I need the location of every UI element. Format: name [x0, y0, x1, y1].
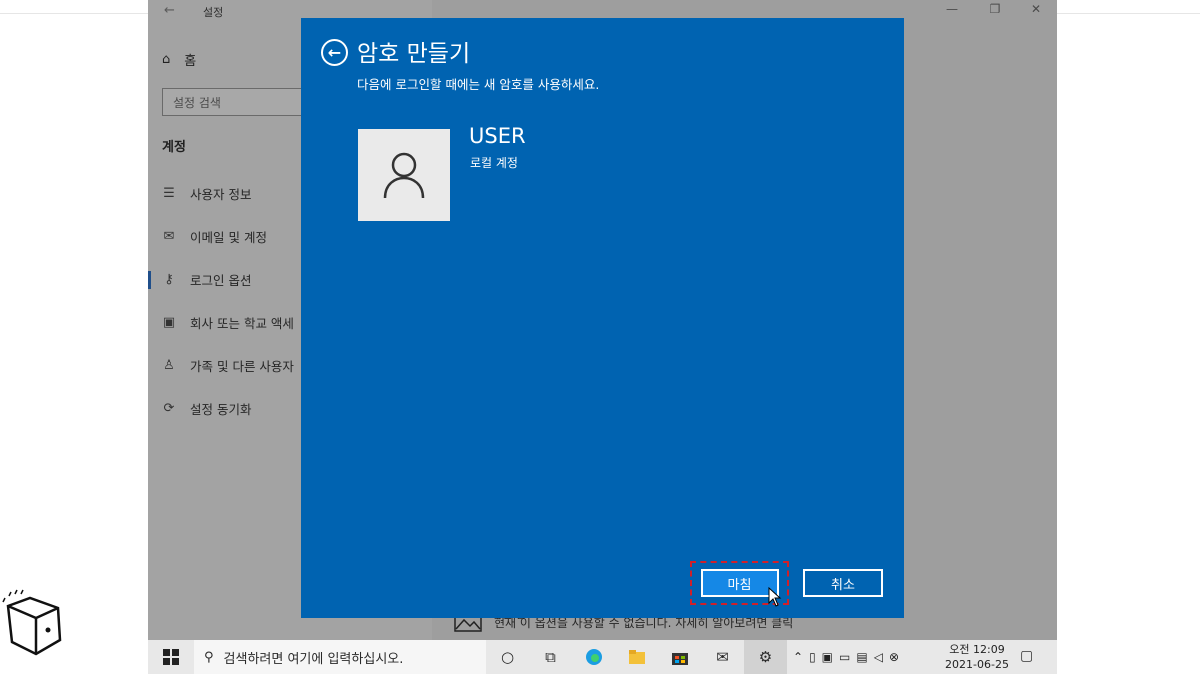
battery-icon[interactable]: ▭: [839, 650, 850, 664]
user-name: USER: [469, 124, 526, 148]
settings-search-placeholder: 설정 검색: [173, 96, 221, 110]
error-icon[interactable]: ⊗: [889, 650, 899, 664]
chevron-up-icon[interactable]: ⌃: [793, 650, 803, 664]
sidebar-item-label: 사용자 정보: [190, 187, 252, 202]
minimize-button[interactable]: —: [938, 2, 966, 16]
store-icon[interactable]: [658, 640, 701, 674]
person-add-icon: ♙: [163, 358, 175, 373]
user-info-icon: ☰: [163, 186, 175, 201]
sidebar-item-label: 회사 또는 학교 액세: [190, 316, 294, 331]
nav-section-title: 계정: [162, 140, 186, 155]
taskbar-apps: ○ ⧉ ✉ ⚙: [486, 640, 787, 674]
close-button[interactable]: ✕: [1022, 2, 1050, 16]
mail-app-icon[interactable]: ✉: [701, 640, 744, 674]
mouse-cursor-icon: [768, 587, 782, 607]
dialog-title: 암호 만들기: [357, 41, 471, 67]
edge-icon[interactable]: [572, 640, 615, 674]
home-icon: ⌂: [162, 52, 171, 67]
windows-logo-icon: [163, 649, 179, 665]
file-explorer-icon[interactable]: [615, 640, 658, 674]
settings-app-title: 설정: [203, 6, 224, 19]
sync-icon: ⟳: [163, 401, 175, 416]
edge-logo: [585, 649, 602, 665]
clock-time: 오전 12:09: [949, 643, 1005, 656]
outer-margin-left: [0, 0, 148, 674]
notification-icon[interactable]: ▢: [1020, 648, 1033, 664]
tray-app-icon[interactable]: ▣: [822, 650, 833, 664]
cube-logo-icon: [2, 589, 62, 656]
avatar: [358, 129, 450, 221]
sidebar-item-label: 가족 및 다른 사용자: [190, 359, 294, 374]
search-icon: ⚲: [204, 649, 214, 665]
user-icon: [383, 152, 425, 199]
sidebar-item-label: 로그인 옵션: [190, 273, 252, 288]
store-bag-icon: [671, 653, 688, 665]
arrow-left-icon[interactable]: ←: [164, 3, 175, 18]
folder-icon: [628, 650, 645, 664]
cancel-button[interactable]: 취소: [803, 569, 883, 597]
start-button[interactable]: [148, 640, 194, 674]
tray-app-icon[interactable]: ▯: [809, 650, 816, 664]
nav-home[interactable]: ⌂ 홈: [162, 50, 196, 69]
task-view-icon[interactable]: ⧉: [529, 640, 572, 674]
sidebar-item-label: 설정 동기화: [190, 402, 252, 417]
system-tray: ⌃ ▯ ▣ ▭ ▤ ◁ ⊗: [793, 640, 899, 674]
mail-icon: ✉: [163, 229, 175, 244]
restore-button[interactable]: ❐: [981, 2, 1009, 16]
account-type: 로컬 계정: [470, 156, 518, 170]
clock-date: 2021-06-25: [945, 658, 1009, 671]
taskbar: ⚲ 검색하려면 여기에 입력하십시오. ○ ⧉ ✉ ⚙ ⌃ ▯ ▣ ▭ ▤ ◁ …: [148, 640, 1057, 674]
settings-app-icon[interactable]: ⚙: [744, 640, 787, 674]
nav-home-label: 홈: [184, 54, 197, 69]
sidebar-item-label: 이메일 및 계정: [190, 230, 267, 245]
create-password-dialog: ← 암호 만들기 다음에 로그인할 때에는 새 암호를 사용하세요. USER …: [301, 18, 904, 618]
key-icon: ⚷: [164, 272, 174, 287]
volume-muted-icon[interactable]: ◁: [874, 650, 883, 664]
taskbar-search-input[interactable]: ⚲ 검색하려면 여기에 입력하십시오.: [194, 640, 486, 674]
network-icon[interactable]: ▤: [856, 650, 867, 664]
dialog-subtitle: 다음에 로그인할 때에는 새 암호를 사용하세요.: [357, 77, 600, 92]
taskbar-search-placeholder: 검색하려면 여기에 입력하십시오.: [223, 651, 404, 667]
back-arrow-icon[interactable]: ←: [321, 39, 348, 66]
cortana-icon[interactable]: ○: [486, 640, 529, 674]
taskbar-clock[interactable]: 오전 12:09 2021-06-25: [942, 642, 1012, 672]
briefcase-icon: ▣: [162, 315, 176, 330]
outer-margin-right: [1057, 0, 1200, 674]
finish-button[interactable]: 마침: [700, 569, 779, 597]
